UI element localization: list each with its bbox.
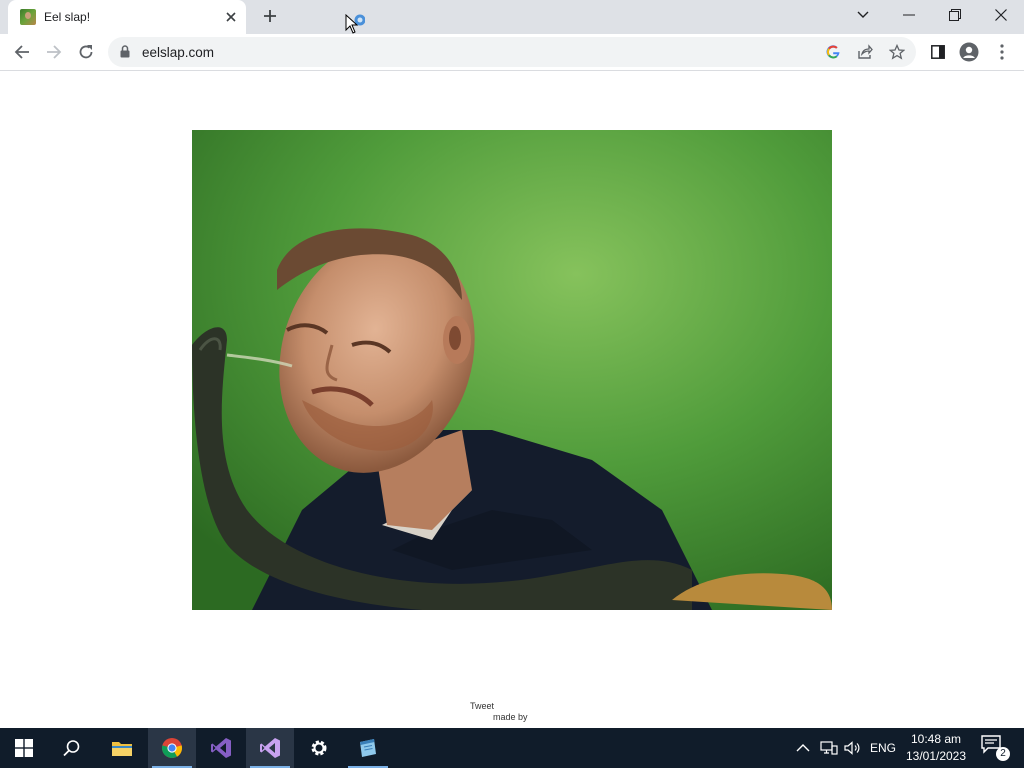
- address-bar[interactable]: eelslap.com: [108, 37, 916, 67]
- browser-menu-icon[interactable]: [988, 38, 1016, 66]
- share-icon[interactable]: [856, 43, 874, 61]
- profile-avatar-icon[interactable]: [955, 38, 983, 66]
- show-hidden-icons-button[interactable]: [796, 728, 810, 768]
- tweet-link[interactable]: Tweet: [470, 701, 494, 711]
- url-text: eelslap.com: [142, 45, 215, 60]
- eel-slap-video[interactable]: [192, 130, 832, 610]
- made-by-text: made by: [493, 712, 528, 722]
- start-button[interactable]: [0, 728, 48, 768]
- clock-time: 10:48 am: [910, 732, 962, 746]
- browser-toolbar: eelslap.com: [0, 34, 1024, 71]
- search-icon: [63, 740, 80, 757]
- gear-icon: [311, 740, 327, 756]
- side-panel-icon[interactable]: [924, 38, 952, 66]
- lock-icon[interactable]: [120, 45, 130, 63]
- visual-studio-button[interactable]: [197, 728, 245, 768]
- visual-studio-preview-button[interactable]: [246, 728, 294, 768]
- close-window-button[interactable]: [978, 0, 1024, 30]
- app-taskbar-button[interactable]: [344, 728, 392, 768]
- browser-tab[interactable]: Eel slap!: [8, 0, 246, 34]
- folder-icon: [112, 742, 132, 756]
- tab-search-icon[interactable]: [840, 0, 886, 30]
- visual-studio-icon: [211, 738, 231, 758]
- chevron-up-icon: [796, 744, 810, 752]
- page-content: Tweet made by: [0, 72, 1024, 728]
- browser-tab-strip: Eel slap!: [0, 0, 1024, 34]
- visual-studio-preview-icon: [260, 738, 280, 758]
- new-tab-button[interactable]: [258, 6, 282, 28]
- chrome-taskbar-button[interactable]: [148, 728, 196, 768]
- notification-count-badge: 2: [996, 747, 1010, 761]
- windows-taskbar: ENG 10:48 am 13/01/2023 2: [0, 728, 1024, 768]
- clock-date: 13/01/2023: [905, 749, 967, 763]
- search-taskbar-button[interactable]: [48, 728, 96, 768]
- action-center-button[interactable]: 2: [980, 734, 1010, 762]
- file-explorer-button[interactable]: [98, 728, 146, 768]
- minimize-button[interactable]: [886, 0, 932, 30]
- tab-title: Eel slap!: [44, 10, 91, 24]
- input-language-indicator[interactable]: ENG: [870, 728, 896, 768]
- chrome-icon: [161, 738, 183, 759]
- back-button[interactable]: [8, 38, 36, 66]
- bookmark-star-icon[interactable]: [888, 43, 906, 61]
- volume-icon[interactable]: [844, 728, 862, 768]
- taskbar-clock[interactable]: 10:48 am 13/01/2023: [900, 731, 972, 765]
- settings-taskbar-button[interactable]: [295, 728, 343, 768]
- app-window-icon: [360, 739, 376, 757]
- windows-logo-icon: [15, 739, 33, 757]
- forward-button[interactable]: [40, 38, 68, 66]
- close-tab-icon[interactable]: [222, 8, 240, 26]
- google-lens-icon[interactable]: [824, 43, 842, 61]
- network-icon[interactable]: [820, 728, 838, 768]
- restore-button[interactable]: [932, 0, 978, 30]
- reload-button[interactable]: [72, 38, 100, 66]
- site-favicon-icon: [20, 9, 36, 25]
